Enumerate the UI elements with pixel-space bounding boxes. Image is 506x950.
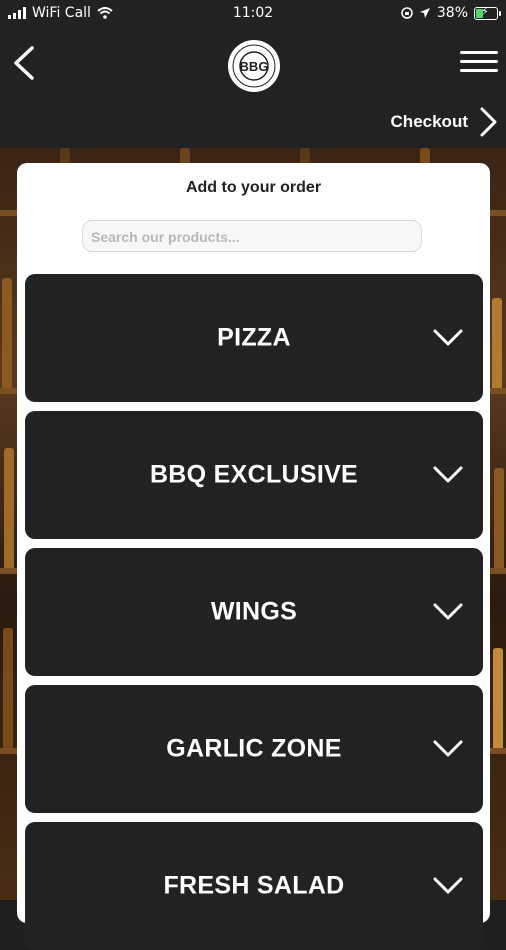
chevron-down-icon [433, 466, 463, 483]
status-right: 38% ⚡ [401, 5, 501, 21]
category-pizza[interactable]: PIZZA [25, 274, 483, 402]
category-bbq-exclusive[interactable]: BBQ EXCLUSIVE [25, 411, 483, 539]
category-wings[interactable]: WINGS [25, 548, 483, 676]
location-icon [419, 8, 430, 18]
category-garlic-zone[interactable]: GARLIC ZONE [25, 685, 483, 813]
checkout-label: Checkout [390, 112, 468, 131]
battery-icon: ⚡ [474, 5, 501, 20]
app-header: BBG Checkout [0, 28, 506, 148]
order-title: Add to your order [185, 179, 322, 196]
chevron-left-icon [14, 46, 34, 80]
order-card: Add to your order PIZZA BBQ EXCLUSIVE WI… [17, 163, 490, 950]
search-input[interactable] [89, 221, 419, 253]
back-button[interactable] [6, 43, 46, 83]
orientation-lock-icon [401, 7, 413, 19]
chevron-down-icon [433, 329, 463, 346]
chevron-down-icon [433, 603, 463, 620]
chevron-right-icon [480, 107, 497, 137]
checkout-button[interactable]: Checkout [391, 106, 498, 138]
category-label: PIZZA [217, 323, 291, 352]
category-fresh-salad[interactable]: FRESH SALAD [25, 822, 483, 950]
logo-text: BBG [240, 59, 269, 74]
hamburger-menu-button[interactable] [460, 46, 498, 76]
category-label: FRESH SALAD [163, 871, 345, 900]
category-label: WINGS [210, 597, 298, 626]
search-field[interactable] [82, 220, 422, 253]
category-label: BBQ EXCLUSIVE [149, 460, 359, 489]
category-label: GARLIC ZONE [166, 734, 342, 763]
chevron-down-icon [433, 877, 463, 894]
chevron-down-icon [433, 740, 463, 757]
brand-logo: BBG [228, 40, 280, 92]
battery-percent: 38% [436, 5, 468, 21]
status-bar: WiFi Call 11:02 38% ⚡ [0, 0, 506, 28]
